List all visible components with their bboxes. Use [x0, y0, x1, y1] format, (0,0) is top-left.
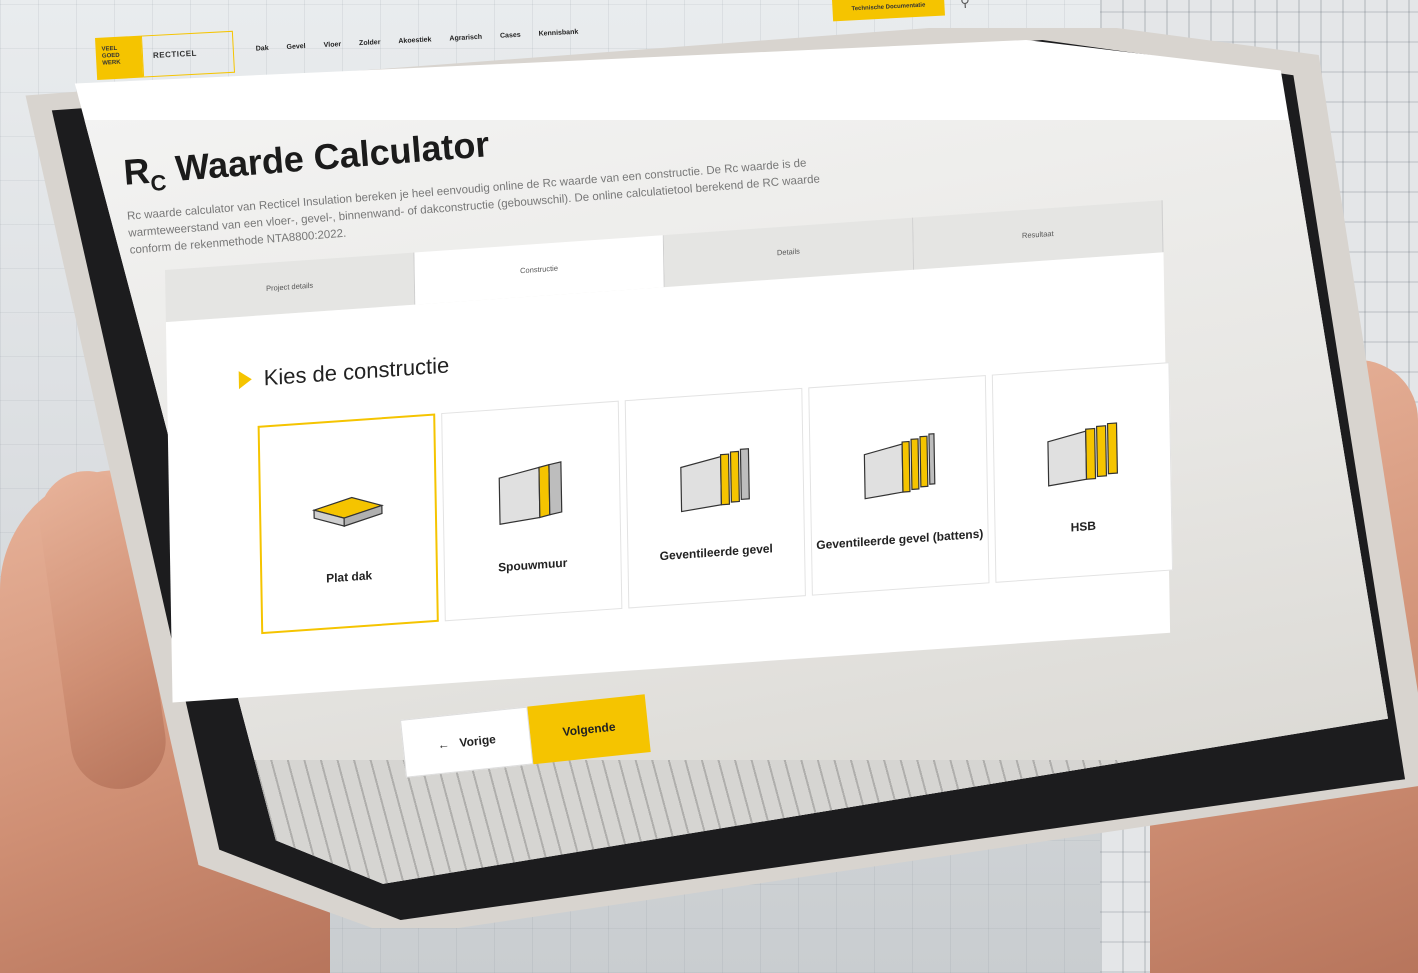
nav-item-vloer[interactable]: Vloer [323, 41, 341, 49]
logo-tagline: VEEL GOED WERK [95, 35, 144, 80]
technical-documentation-button[interactable]: Technische Documentatie [831, 0, 945, 22]
construction-options: Plat dak Spouwmuur Geventileerde gevel G… [257, 362, 1174, 635]
section-title-text: Kies de constructie [263, 352, 450, 391]
logo[interactable]: VEEL GOED WERK RECTICEL [95, 30, 236, 80]
construction-panel: Kies de constructie Plat dak Spouwmuur G… [165, 252, 1174, 703]
ventilated-facade-icon [680, 448, 750, 513]
option-label: Geventileerde gevel [659, 541, 773, 564]
next-button[interactable]: Volgende [527, 694, 651, 765]
arrow-marker-icon [238, 370, 252, 390]
option-hsb[interactable]: HSB [991, 362, 1174, 583]
previous-label: Vorige [458, 732, 497, 750]
option-label: Plat dak [326, 568, 373, 586]
ventilated-facade-battens-icon [863, 433, 936, 500]
timber-frame-icon [1047, 422, 1118, 487]
logo-brand: RECTICEL [140, 30, 236, 78]
option-label: Geventileerde gevel (battens) [816, 526, 984, 553]
option-geventileerde-gevel-battens[interactable]: Geventileerde gevel (battens) [808, 374, 990, 596]
section-title: Kies de constructie [238, 352, 450, 393]
main-nav: Dak Gevel Vloer Zolder Akoestiek Agraris… [256, 29, 579, 53]
arrow-left-icon: ← [436, 736, 451, 753]
nav-item-zolder[interactable]: Zolder [359, 39, 381, 47]
option-label: HSB [1070, 518, 1097, 535]
nav-item-gevel[interactable]: Gevel [286, 43, 305, 51]
calculator-wizard: Project details Constructie Details Resu… [165, 200, 1174, 720]
nav-item-agrarisch[interactable]: Agrarisch [449, 34, 482, 43]
nav-item-dak[interactable]: Dak [256, 45, 269, 53]
nav-item-kennisbank[interactable]: Kennisbank [538, 29, 578, 38]
option-spouwmuur[interactable]: Spouwmuur [441, 400, 623, 622]
option-plat-dak[interactable]: Plat dak [257, 413, 439, 635]
search-icon[interactable]: ⚲ [960, 0, 970, 11]
nav-item-cases[interactable]: Cases [500, 32, 521, 40]
flat-roof-icon [311, 496, 384, 527]
option-label: Spouwmuur [497, 555, 568, 575]
option-geventileerde-gevel[interactable]: Geventileerde gevel [624, 387, 806, 609]
nav-item-akoestiek[interactable]: Akoestiek [398, 36, 431, 45]
cavity-wall-icon [498, 461, 563, 525]
